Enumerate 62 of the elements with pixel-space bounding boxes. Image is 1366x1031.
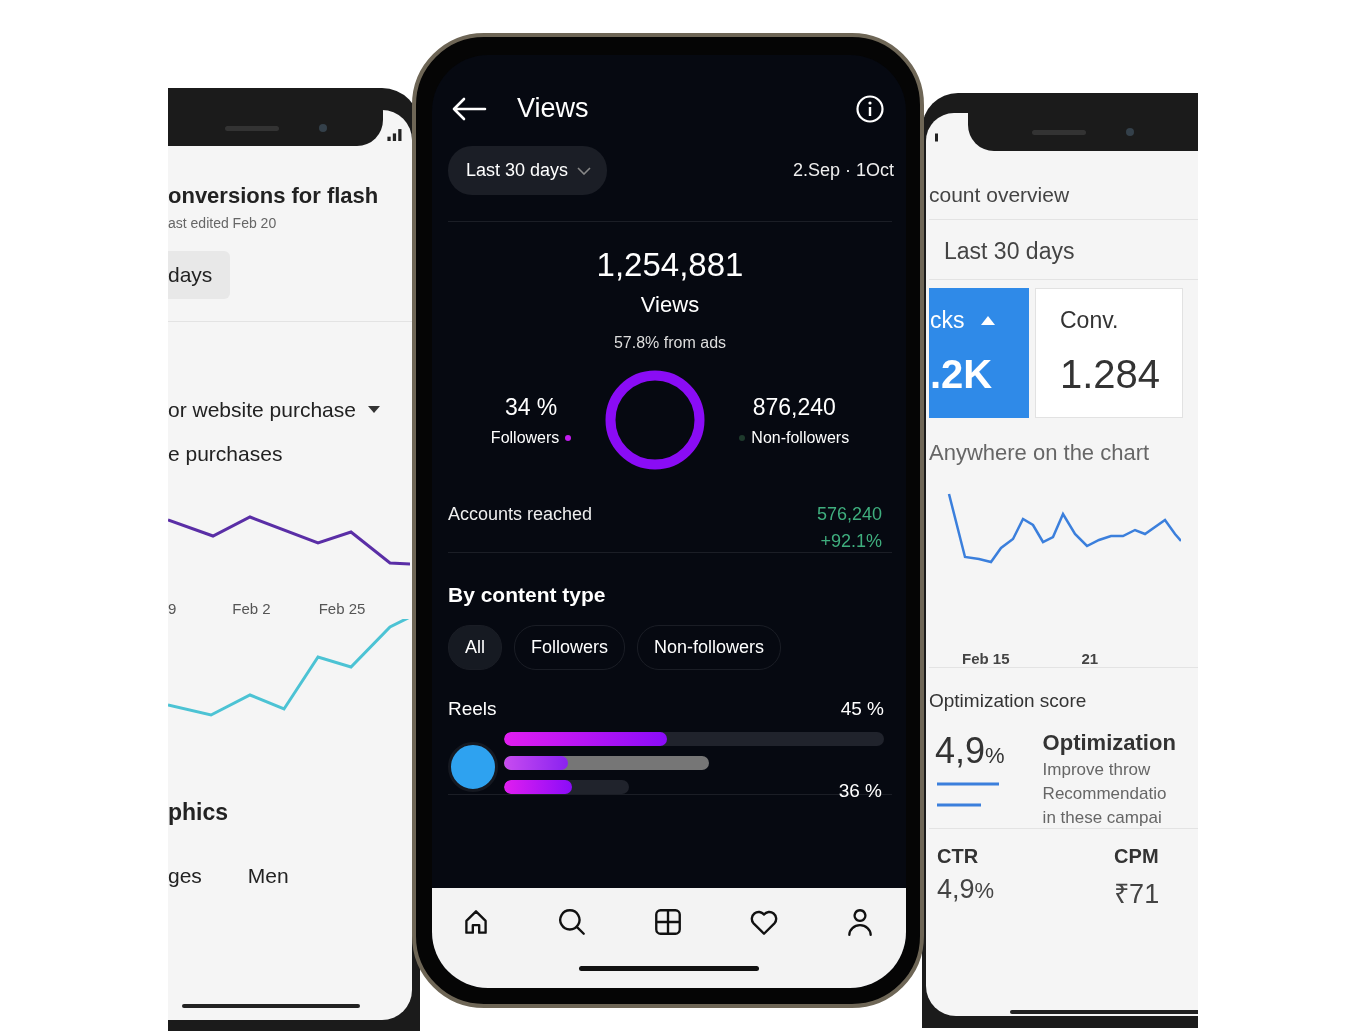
total-views: 1,254,881: [596, 246, 744, 284]
ads-share: 57.8% from ads: [613, 334, 727, 352]
grid-icon[interactable]: [652, 906, 684, 938]
stat-value: 4,9%: [937, 874, 995, 905]
axis-label: 21: [1081, 650, 1099, 667]
page-title: count overview: [929, 183, 1071, 207]
views-label: Views: [640, 292, 700, 318]
chart-hint: Anywhere on the chart: [929, 440, 1151, 466]
non-followers-count: 876,240: [752, 393, 836, 421]
report-title: onversions for flash: [168, 183, 379, 209]
tip-text: Recommendatio: [1042, 784, 1168, 804]
section-title: phics: [168, 799, 229, 826]
tip-text: Improve throw: [1042, 760, 1152, 780]
metric-card[interactable]: cks .2K: [929, 288, 1029, 418]
metric-label: cks: [930, 307, 965, 334]
accounts-reached-value: 576,240: [816, 504, 882, 525]
legend-lines-icon: [935, 782, 1001, 808]
axis-label: Feb 25: [318, 600, 366, 617]
filter-chip[interactable]: All: [448, 625, 502, 670]
score-value: 4,9%: [935, 730, 1005, 772]
search-icon[interactable]: [556, 906, 588, 938]
followers-share: 34 %: [504, 393, 558, 421]
metric-value: .2K: [930, 352, 994, 397]
metric-card[interactable]: Conv. 1.284: [1035, 288, 1183, 418]
section-title: Optimization score: [929, 690, 1088, 712]
date-range-button[interactable]: days: [168, 251, 231, 299]
legend-label: Followers: [490, 428, 560, 447]
triangle-icon: [980, 316, 995, 325]
percentage-value: 45 %: [840, 698, 884, 720]
edit-date: ast edited Feb 20: [168, 215, 277, 231]
date-range[interactable]: Last 30 days: [929, 220, 1198, 279]
tip-text: in these campai: [1042, 808, 1163, 828]
percentage-value: 36 %: [838, 780, 882, 802]
signal-icon: [386, 128, 404, 141]
filter-tab[interactable]: Men: [247, 864, 289, 888]
back-arrow-icon[interactable]: [451, 96, 487, 121]
filter-chip[interactable]: Followers: [514, 625, 626, 670]
avatar-circle: [448, 742, 498, 792]
chevron-down-icon: [577, 166, 592, 175]
section-title: By content type: [448, 583, 606, 607]
stat-label: CPM: [1114, 845, 1160, 868]
caret-icon: [367, 406, 380, 414]
metric-label: Conv.: [1060, 307, 1119, 334]
axis-label: Feb 2: [232, 600, 271, 617]
change-percentage: +92.1%: [820, 531, 882, 552]
tip-title: Optimization: [1042, 730, 1176, 756]
info-icon[interactable]: [856, 94, 884, 123]
accounts-reached-label: Accounts reached: [448, 504, 593, 526]
metric-label: e purchases: [168, 442, 283, 466]
stat-value: ₹71: [1114, 878, 1160, 911]
filter-chip[interactable]: Non-followers: [637, 625, 782, 670]
metric-value: 1.284: [1060, 352, 1162, 397]
screen-title: Views: [517, 93, 590, 124]
axis-label: 9: [168, 600, 177, 617]
date-range: 2.Sep · 1Oct: [792, 160, 894, 181]
content-type-label: Reels: [448, 698, 497, 720]
legend-label: Non-followers: [751, 428, 850, 447]
stat-label: CTR: [937, 845, 980, 868]
date-range-dropdown[interactable]: Last 30 days: [448, 146, 608, 195]
metric-dropdown[interactable]: or website purchase: [168, 398, 356, 422]
axis-label: Feb 15: [962, 650, 1010, 667]
filter-tab[interactable]: ges: [168, 864, 202, 888]
